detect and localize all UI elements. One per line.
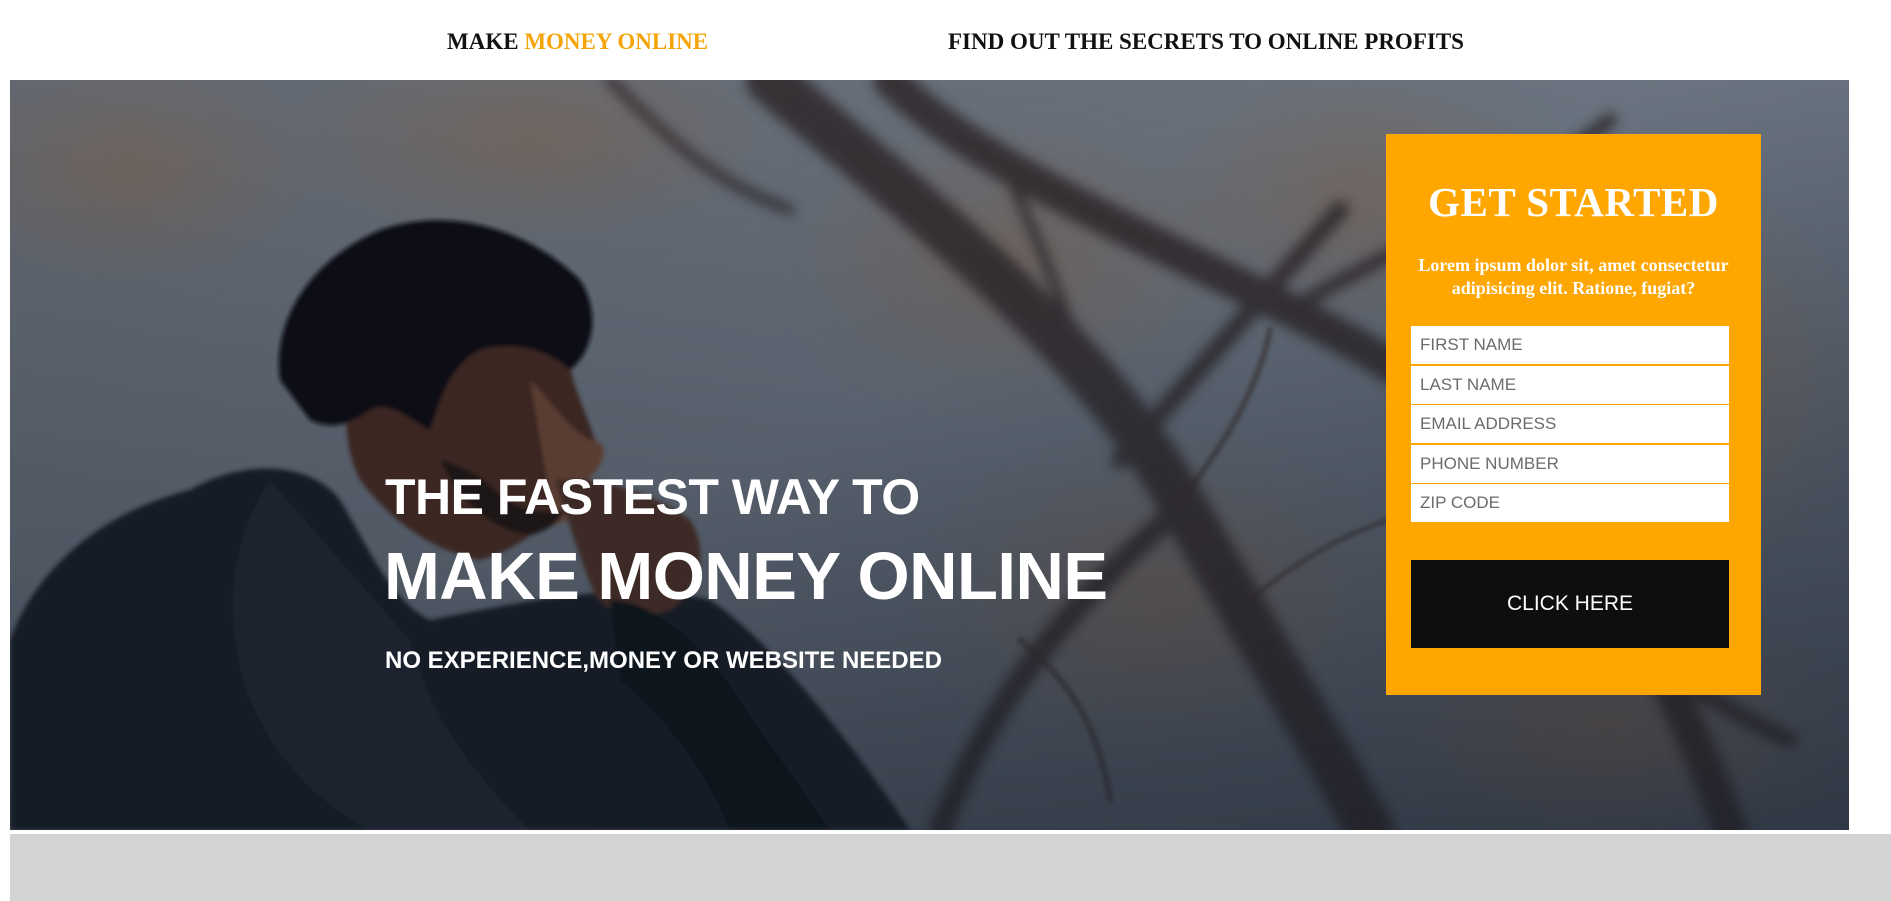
zip-code-input[interactable] <box>1411 484 1729 522</box>
signup-card: GET STARTED Lorem ipsum dolor sit, amet … <box>1386 134 1761 695</box>
brand-logo[interactable]: MAKE MONEY ONLINE <box>447 29 708 55</box>
hero-section: THE FASTEST WAY TO MAKE MONEY ONLINE NO … <box>10 80 1849 830</box>
last-name-input[interactable] <box>1411 366 1729 404</box>
hero-subline: NO EXPERIENCE,MONEY OR WEBSITE NEEDED <box>385 647 942 674</box>
next-section-band <box>10 834 1891 901</box>
brand-accent: MONEY ONLINE <box>524 29 709 54</box>
hero-headline-large: MAKE MONEY ONLINE <box>384 539 1108 614</box>
first-name-input[interactable] <box>1411 326 1729 364</box>
phone-input[interactable] <box>1411 445 1729 483</box>
top-header: MAKE MONEY ONLINE FIND OUT THE SECRETS T… <box>0 0 1891 80</box>
card-title: GET STARTED <box>1428 179 1719 225</box>
submit-button[interactable]: CLICK HERE <box>1411 560 1729 648</box>
brand-prefix: MAKE <box>447 29 519 54</box>
hero-headline-small: THE FASTEST WAY TO <box>385 469 920 525</box>
email-input[interactable] <box>1411 405 1729 443</box>
header-tagline: FIND OUT THE SECRETS TO ONLINE PROFITS <box>948 29 1464 54</box>
card-description: Lorem ipsum dolor sit, amet consectetur … <box>1418 255 1729 298</box>
